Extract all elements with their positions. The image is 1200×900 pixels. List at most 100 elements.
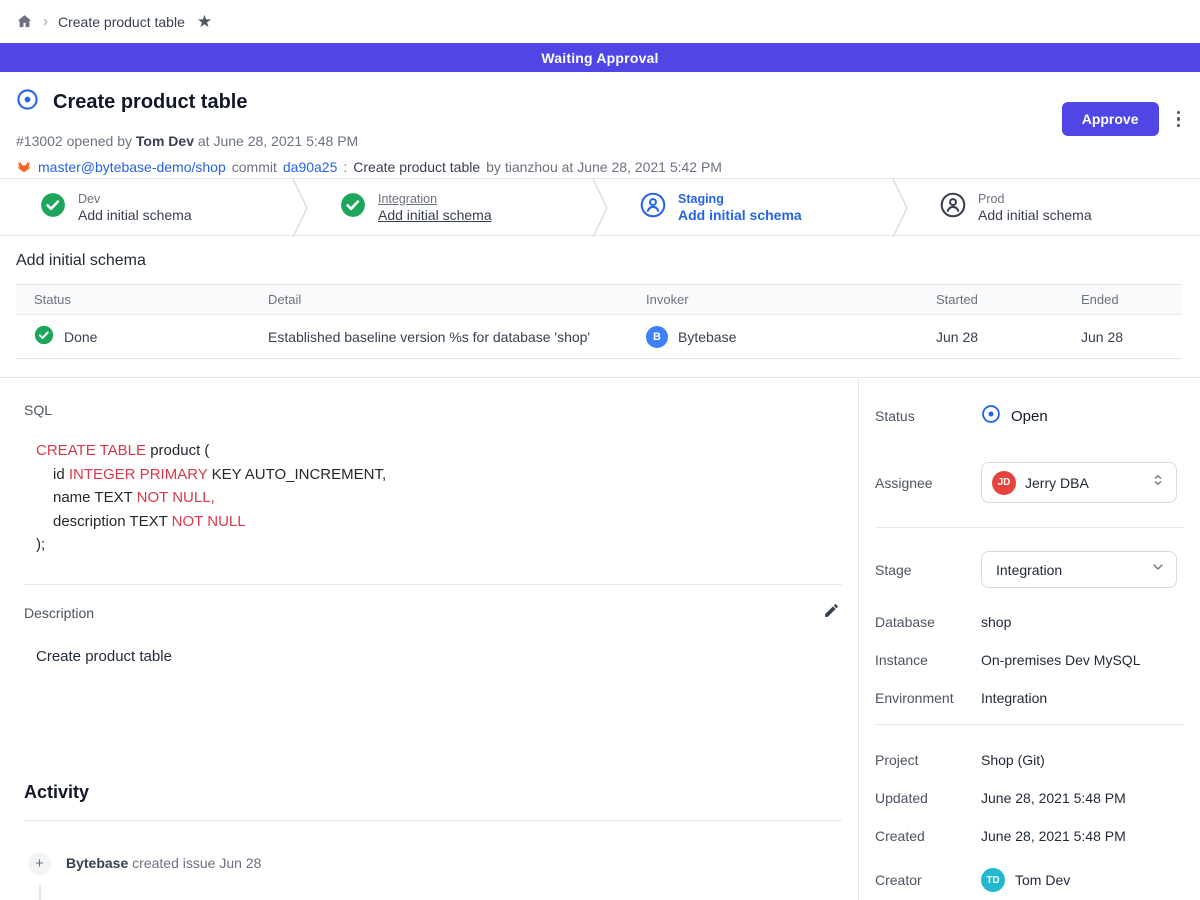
- plus-icon: +: [28, 852, 51, 875]
- issue-id: #13002 opened by: [16, 133, 132, 149]
- commit-byline: by tianzhou at June 28, 2021 5:42 PM: [486, 159, 722, 175]
- sql-line: id INTEGER PRIMARY KEY AUTO_INCREMENT,: [36, 463, 842, 487]
- project-row: Project Shop (Git): [875, 752, 1184, 768]
- sql-line: );: [36, 533, 842, 557]
- stage-prod[interactable]: Prod Add initial schema: [900, 179, 1200, 235]
- sql-line: description TEXT NOT NULL: [36, 510, 842, 534]
- updated-label: Updated: [875, 790, 981, 806]
- table-header-row: Status Detail Invoker Started Ended: [16, 285, 1182, 315]
- gitlab-icon: [16, 158, 32, 176]
- created-label: Created: [875, 828, 981, 844]
- task-table: Status Detail Invoker Started Ended Done…: [16, 284, 1182, 359]
- created-value: June 28, 2021 5:48 PM: [981, 828, 1126, 844]
- task-detail: Established baseline version %s for data…: [250, 315, 628, 359]
- commit-message: Create product table: [353, 159, 480, 175]
- col-ended: Ended: [1063, 285, 1182, 315]
- updated-value: June 28, 2021 5:48 PM: [981, 790, 1126, 806]
- breadcrumb-chevron-icon: ›: [43, 14, 48, 29]
- task-invoker: Bytebase: [678, 329, 736, 345]
- main-pane: SQL CREATE TABLE product ( id INTEGER PR…: [0, 378, 858, 900]
- stage-separator: [592, 179, 608, 237]
- task-status: Done: [64, 329, 97, 345]
- database-value[interactable]: shop: [981, 614, 1011, 630]
- stage-env-label: Staging: [678, 192, 802, 206]
- sql-line: CREATE TABLE product (: [36, 439, 842, 463]
- timeline-connector: [39, 885, 41, 900]
- creator-avatar: TD: [981, 868, 1005, 892]
- col-started: Started: [918, 285, 1063, 315]
- assignee-value: Jerry DBA: [1025, 475, 1141, 491]
- star-icon[interactable]: ★: [197, 13, 212, 30]
- commit-hash-link[interactable]: da90a25: [283, 159, 338, 175]
- description-divider: [24, 584, 842, 585]
- branch-repo-link[interactable]: master@bytebase-demo/shop: [38, 159, 226, 175]
- stage-task-label: Add initial schema: [78, 207, 192, 223]
- assignee-row: Assignee JD Jerry DBA: [875, 462, 1184, 503]
- sql-label: SQL: [24, 402, 842, 418]
- issue-meta: #13002 opened by Tom Dev at June 28, 202…: [16, 133, 1184, 149]
- project-value[interactable]: Shop (Git): [981, 752, 1045, 768]
- activity-actor: Bytebase: [66, 855, 128, 871]
- activity-title: Activity: [24, 782, 842, 803]
- issue-header: Create product table #13002 opened by To…: [0, 72, 1200, 178]
- instance-value[interactable]: On-premises Dev MySQL: [981, 652, 1140, 668]
- col-detail: Detail: [250, 285, 628, 315]
- database-label: Database: [875, 614, 981, 630]
- bytebase-avatar: B: [646, 326, 668, 348]
- stage-env-label: Dev: [78, 192, 192, 206]
- creator-row: Creator TD Tom Dev: [875, 868, 1184, 892]
- database-row: Database shop: [875, 614, 1184, 630]
- check-circle-icon: [40, 192, 66, 223]
- task-section-title: Add initial schema: [16, 252, 1184, 270]
- project-label: Project: [875, 752, 981, 768]
- approve-button[interactable]: Approve: [1062, 102, 1159, 136]
- activity-action: created issue Jun 28: [132, 855, 261, 871]
- stage-integration[interactable]: Integration Add initial schema: [300, 179, 600, 235]
- stage-env-label: Prod: [978, 192, 1092, 206]
- created-row: Created June 28, 2021 5:48 PM: [875, 828, 1184, 844]
- description-label: Description: [24, 605, 94, 621]
- stage-select[interactable]: Integration: [981, 551, 1177, 588]
- stage-dev[interactable]: Dev Add initial schema: [0, 179, 300, 235]
- stage-staging[interactable]: Staging Add initial schema: [600, 179, 900, 235]
- sidebar-divider: [875, 527, 1184, 528]
- colon: :: [343, 159, 347, 175]
- breadcrumb-title[interactable]: Create product table: [58, 14, 185, 30]
- assignee-avatar: JD: [992, 471, 1016, 495]
- environment-value[interactable]: Integration: [981, 690, 1047, 706]
- home-icon[interactable]: [16, 13, 33, 30]
- stage-env-label: Integration: [378, 192, 492, 206]
- updated-row: Updated June 28, 2021 5:48 PM: [875, 790, 1184, 806]
- status-banner: Waiting Approval: [0, 43, 1200, 72]
- more-actions-icon[interactable]: [1171, 107, 1187, 132]
- sql-code-block: CREATE TABLE product ( id INTEGER PRIMAR…: [36, 439, 842, 557]
- assignee-select[interactable]: JD Jerry DBA: [981, 462, 1177, 503]
- col-invoker: Invoker: [628, 285, 918, 315]
- activity-divider: [24, 820, 842, 821]
- task-started: Jun 28: [918, 315, 1063, 359]
- pipeline-stage-bar: Dev Add initial schema Integration Add i…: [0, 178, 1200, 236]
- table-row[interactable]: Done Established baseline version %s for…: [16, 315, 1182, 359]
- check-circle-icon: [34, 325, 54, 348]
- edit-description-icon[interactable]: [821, 600, 842, 626]
- description-content[interactable]: Create product table: [36, 648, 842, 665]
- chevron-down-icon: [1150, 559, 1166, 580]
- person-circle-icon: [640, 192, 666, 223]
- status-label: Status: [875, 408, 981, 424]
- selector-up-down-icon: [1150, 472, 1166, 493]
- assignee-label: Assignee: [875, 475, 981, 491]
- sql-line: name TEXT NOT NULL,: [36, 486, 842, 510]
- status-open-icon: [981, 404, 1001, 428]
- issue-open-icon: [16, 88, 39, 116]
- sidebar-divider: [875, 724, 1184, 725]
- issue-author[interactable]: Tom Dev: [136, 133, 194, 149]
- environment-label: Environment: [875, 690, 981, 706]
- activity-item: + Bytebase created issue Jun 28: [28, 852, 842, 875]
- stage-row: Stage Integration: [875, 551, 1184, 588]
- stage-task-label: Add initial schema: [978, 207, 1092, 223]
- commit-row: master@bytebase-demo/shop commit da90a25…: [16, 158, 1184, 176]
- creator-value[interactable]: Tom Dev: [1015, 872, 1070, 888]
- person-circle-icon: [940, 192, 966, 223]
- breadcrumb: › Create product table ★: [0, 0, 1200, 43]
- status-row: Status Open: [875, 404, 1184, 428]
